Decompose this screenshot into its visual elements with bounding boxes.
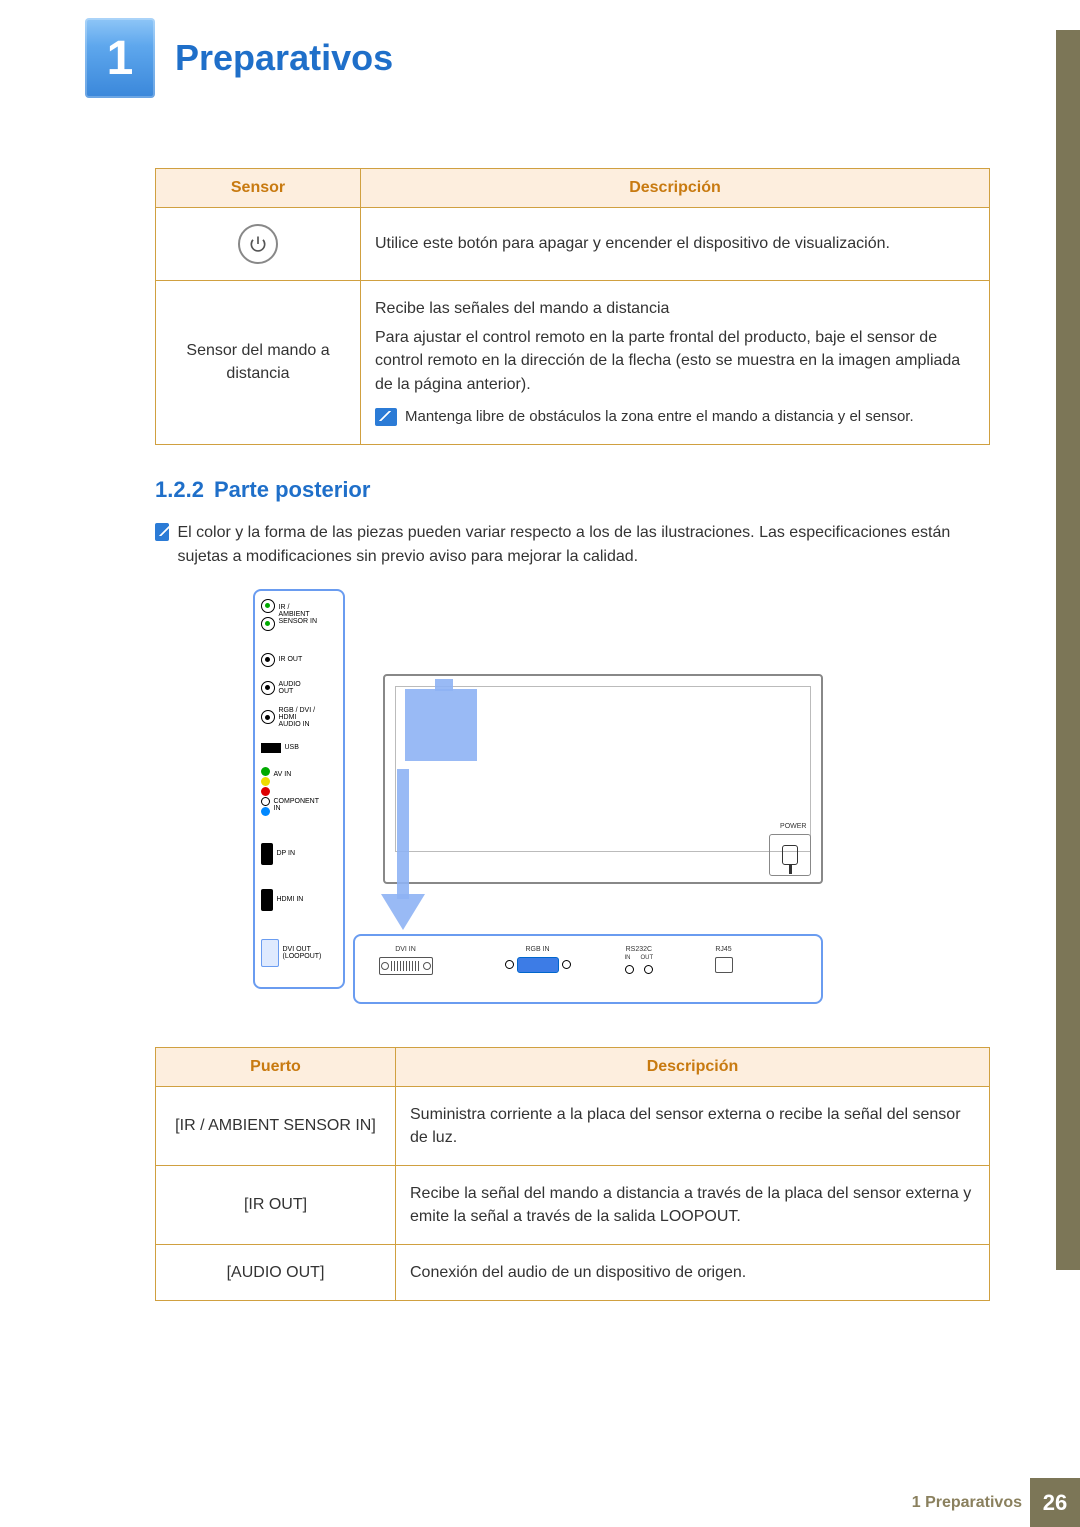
- cell-desc: Recibe la señal del mando a distancia a …: [396, 1165, 990, 1244]
- power-label: POWER: [780, 823, 806, 830]
- footer-breadcrumb: 1 Preparativos: [912, 1494, 1022, 1512]
- jack-icon: [261, 681, 275, 695]
- table-row: [AUDIO OUT] Conexión del audio de un dis…: [156, 1245, 990, 1301]
- jack-icon: [261, 599, 275, 613]
- dp-port-icon: [261, 843, 273, 865]
- table-row: [IR OUT] Recibe la señal del mando a dis…: [156, 1165, 990, 1244]
- table-row: Sensor del mando a distancia Recibe las …: [156, 281, 990, 445]
- jack-icon: [625, 965, 634, 974]
- note-icon: [155, 523, 169, 541]
- left-port-panel: IR / AMBIENT SENSOR IN IR OUT AUDIO OUT …: [253, 589, 345, 989]
- cell-port: [AUDIO OUT]: [156, 1245, 396, 1301]
- port-label: USB: [285, 744, 299, 751]
- port-label: RJ45: [715, 946, 733, 953]
- callout-highlight: [405, 689, 477, 761]
- side-color-bar: [1056, 30, 1080, 1270]
- port-label: IR / AMBIENT SENSOR IN: [279, 604, 318, 625]
- port-table: Puerto Descripción [IR / AMBIENT SENSOR …: [155, 1047, 990, 1302]
- cell-desc: Conexión del audio de un dispositivo de …: [396, 1245, 990, 1301]
- jack-icon: [261, 710, 275, 724]
- port-label: DVI IN: [379, 946, 433, 953]
- power-icon: [238, 224, 278, 264]
- port-label: HDMI IN: [277, 896, 304, 903]
- port-label: COMPONENT IN: [274, 798, 320, 812]
- section-title: Parte posterior: [214, 477, 371, 502]
- vga-port-icon: [517, 957, 559, 973]
- cell-sensor-label: Sensor del mando a distancia: [156, 281, 361, 445]
- th-sensor: Sensor: [156, 169, 361, 208]
- screw-icon: [562, 960, 571, 969]
- usb-port-icon: [261, 743, 281, 753]
- bottom-port-panel: DVI IN RGB IN RS232C IN OUT: [353, 934, 823, 1004]
- port-label: IR OUT: [279, 656, 303, 663]
- cell-desc: Suministra corriente a la placa del sens…: [396, 1086, 990, 1165]
- section-number: 1.2.2: [155, 477, 204, 502]
- port-label: RGB IN: [505, 946, 571, 953]
- port-label: AV IN: [274, 771, 320, 778]
- chapter-number-badge: 1: [85, 18, 155, 98]
- rj45-port-icon: [715, 957, 733, 973]
- port-label: AUDIO OUT: [279, 681, 301, 695]
- cell-desc: Utilice este botón para apagar y encende…: [361, 208, 990, 281]
- rear-panel-diagram: IR / AMBIENT SENSOR IN IR OUT AUDIO OUT …: [253, 589, 893, 1019]
- callout-arrow: [397, 769, 409, 899]
- cell-p2: Para ajustar el control remoto en la par…: [375, 326, 975, 396]
- sensor-table: Sensor Descripción Utilice este botón pa…: [155, 168, 990, 445]
- page-number: 26: [1030, 1478, 1080, 1527]
- screw-icon: [505, 960, 514, 969]
- cell-p1: Recibe las señales del mando a distancia: [375, 297, 975, 320]
- chapter-header: 1 Preparativos: [85, 18, 1080, 98]
- jack-icon: [644, 965, 653, 974]
- av-in-icon: [261, 767, 270, 816]
- section-heading: 1.2.2 Parte posterior: [155, 477, 990, 503]
- note-icon: [375, 408, 397, 426]
- port-label: DVI OUT (LOOPOUT): [283, 946, 322, 960]
- th-port: Puerto: [156, 1047, 396, 1086]
- power-port-icon: [769, 834, 811, 876]
- port-label: RS232C: [625, 946, 654, 953]
- intro-note-text: El color y la forma de las piezas pueden…: [177, 521, 990, 569]
- th-desc: Descripción: [361, 169, 990, 208]
- table-row: Utilice este botón para apagar y encende…: [156, 208, 990, 281]
- cell-note: Mantenga libre de obstáculos la zona ent…: [405, 406, 975, 428]
- dvi-port-icon: [261, 939, 279, 967]
- page-footer: 1 Preparativos 26: [0, 1478, 1080, 1527]
- port-label: RGB / DVI / HDMI AUDIO IN: [279, 707, 316, 728]
- port-sublabel: OUT: [641, 955, 654, 961]
- port-sublabel: IN: [625, 955, 631, 961]
- hdmi-port-icon: [261, 889, 273, 911]
- cell-port: [IR / AMBIENT SENSOR IN]: [156, 1086, 396, 1165]
- cell-port: [IR OUT]: [156, 1165, 396, 1244]
- jack-icon: [261, 617, 275, 631]
- port-label: DP IN: [277, 850, 296, 857]
- dvi-port-icon: [379, 957, 433, 975]
- table-row: [IR / AMBIENT SENSOR IN] Suministra corr…: [156, 1086, 990, 1165]
- chapter-title: Preparativos: [175, 37, 393, 79]
- callout-arrow: [381, 894, 425, 930]
- th-desc: Descripción: [396, 1047, 990, 1086]
- jack-icon: [261, 653, 275, 667]
